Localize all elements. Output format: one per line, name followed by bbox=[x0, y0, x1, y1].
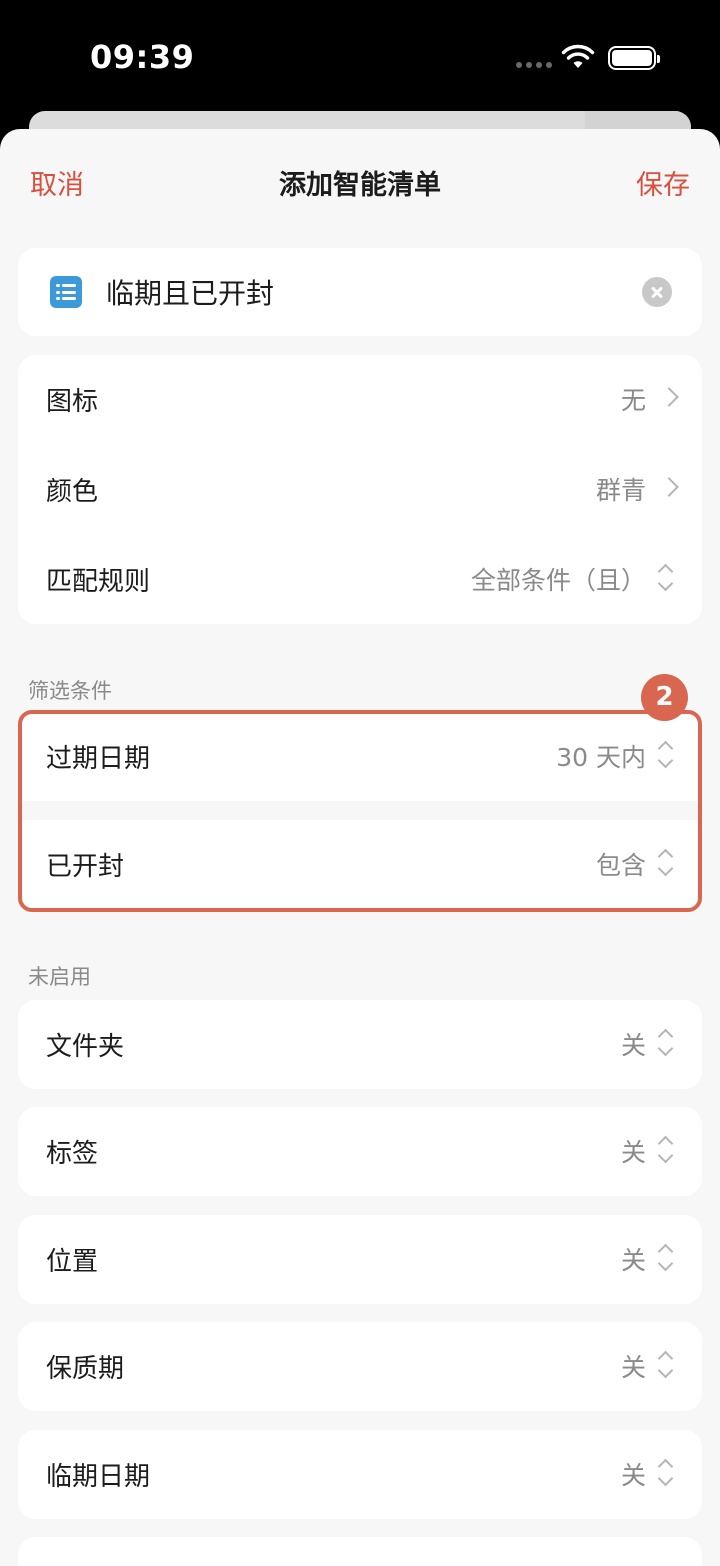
list-icon bbox=[50, 276, 82, 308]
disabled-row-folder[interactable]: 文件夹 关 bbox=[18, 1000, 702, 1089]
chevron-right-icon bbox=[659, 477, 679, 497]
disabled-label: 文件夹 bbox=[46, 1032, 125, 1062]
chevron-updown-icon bbox=[657, 1133, 674, 1169]
filter-value: 包含 bbox=[595, 851, 646, 880]
disabled-label: 临期日期 bbox=[46, 1462, 151, 1492]
wifi-icon bbox=[561, 44, 595, 68]
clear-icon[interactable] bbox=[642, 277, 672, 307]
chevron-updown-icon bbox=[657, 1456, 674, 1492]
settings-card: 图标 无 颜色 群青 匹配规则 全部条件（且） bbox=[18, 355, 702, 624]
disabled-value: 关 bbox=[620, 1353, 646, 1382]
list-name-card bbox=[18, 248, 702, 336]
filters-card: 过期日期 30 天内 已开封 包含 bbox=[18, 712, 702, 908]
status-time: 09:39 bbox=[90, 38, 195, 76]
disabled-row-tags[interactable]: 标签 关 bbox=[18, 1107, 702, 1196]
status-bar: 09:39 bbox=[0, 0, 720, 110]
disabled-value: 关 bbox=[620, 1246, 646, 1275]
setting-label: 图标 bbox=[46, 387, 99, 417]
filter-value: 30 天内 bbox=[556, 743, 646, 772]
filter-row-expiry[interactable]: 过期日期 30 天内 bbox=[18, 712, 702, 801]
disabled-value: 关 bbox=[620, 1461, 646, 1490]
disabled-label: 位置 bbox=[46, 1247, 99, 1277]
setting-label: 匹配规则 bbox=[46, 567, 151, 597]
disabled-row-near-expiry[interactable]: 临期日期 关 bbox=[18, 1430, 702, 1519]
save-button[interactable]: 保存 bbox=[636, 163, 690, 202]
filter-label: 已开封 bbox=[46, 852, 125, 882]
list-name-input[interactable] bbox=[106, 270, 606, 314]
section-header-disabled: 未启用 bbox=[28, 965, 91, 989]
page-title: 添加智能清单 bbox=[279, 170, 441, 201]
chevron-updown-icon bbox=[657, 1026, 674, 1062]
disabled-value: 关 bbox=[620, 1138, 646, 1167]
setting-value: 全部条件（且） bbox=[470, 566, 646, 595]
chevron-updown-icon bbox=[657, 738, 674, 774]
chevron-updown-icon bbox=[657, 1241, 674, 1277]
cellular-signal-icon bbox=[516, 62, 552, 68]
chevron-updown-icon bbox=[657, 846, 674, 882]
setting-row-icon[interactable]: 图标 无 bbox=[18, 355, 702, 444]
step-badge: 2 bbox=[641, 674, 688, 721]
setting-label: 颜色 bbox=[46, 477, 99, 507]
chevron-updown-icon bbox=[657, 561, 674, 597]
disabled-row-partial[interactable] bbox=[18, 1537, 702, 1566]
disabled-row-shelf-life[interactable]: 保质期 关 bbox=[18, 1322, 702, 1411]
section-header-filters: 筛选条件 bbox=[28, 679, 112, 703]
setting-row-color[interactable]: 颜色 群青 bbox=[18, 445, 702, 534]
filter-row-opened[interactable]: 已开封 包含 bbox=[18, 820, 702, 908]
chevron-updown-icon bbox=[657, 1348, 674, 1384]
setting-row-match-rule[interactable]: 匹配规则 全部条件（且） bbox=[18, 535, 702, 624]
add-smart-list-sheet: 取消 添加智能清单 保存 图标 无 颜色 群青 匹配规则 全部条件（且） bbox=[0, 129, 720, 1566]
setting-value: 群青 bbox=[595, 476, 646, 505]
disabled-row-location[interactable]: 位置 关 bbox=[18, 1215, 702, 1304]
disabled-label: 保质期 bbox=[46, 1354, 125, 1384]
disabled-label: 标签 bbox=[46, 1139, 99, 1169]
battery-icon bbox=[608, 46, 660, 70]
nav-bar: 取消 添加智能清单 保存 bbox=[0, 129, 720, 233]
chevron-right-icon bbox=[659, 387, 679, 407]
disabled-value: 关 bbox=[620, 1031, 646, 1060]
setting-value: 无 bbox=[620, 386, 646, 415]
filter-label: 过期日期 bbox=[46, 744, 151, 774]
